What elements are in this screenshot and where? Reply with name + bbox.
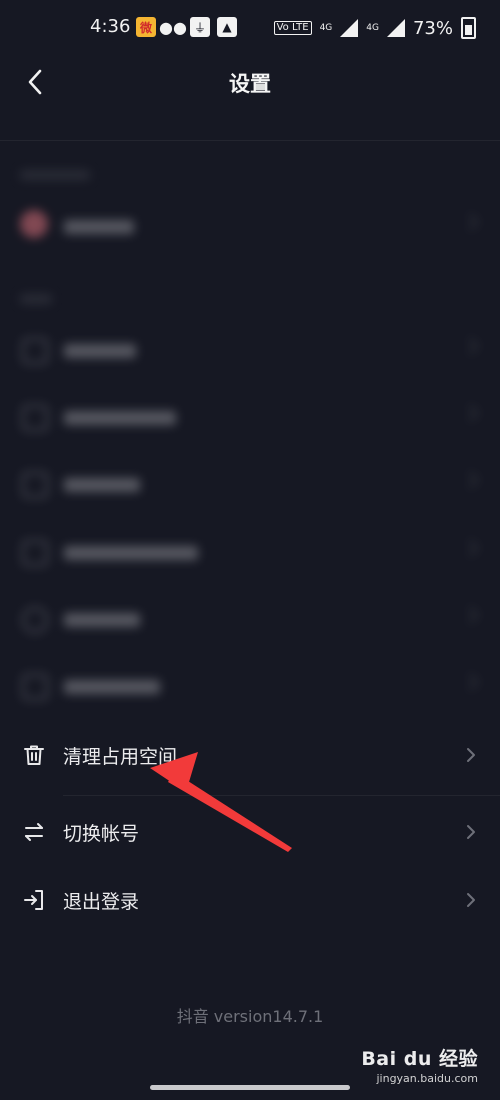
chevron-right-icon (461, 337, 479, 355)
blurred-icon (22, 607, 48, 633)
blurred-row[interactable] (0, 595, 500, 645)
logout-icon (24, 890, 43, 910)
signal-icon (340, 19, 359, 37)
blurred-icon (22, 405, 48, 431)
blurred-text (64, 220, 134, 234)
status-time: 4:36 (90, 16, 131, 37)
blurred-row[interactable] (0, 662, 500, 712)
volte-icon: Vo LTE (273, 21, 312, 35)
network-label-1: 4G (319, 23, 333, 33)
blurred-row[interactable] (0, 460, 500, 510)
chevron-right-icon (461, 213, 479, 231)
watermark-url: jingyan.baidu.com (376, 1072, 478, 1085)
battery-icon (461, 17, 476, 39)
blurred-icon (22, 338, 48, 364)
trash-icon (24, 745, 44, 765)
blurred-row[interactable] (0, 326, 500, 376)
blurred-text (64, 613, 140, 627)
blurred-text (64, 478, 140, 492)
blurred-text (64, 344, 136, 358)
chevron-right-icon (461, 539, 479, 557)
network-label-2: 4G (366, 23, 379, 33)
logout-row[interactable]: 退出登录 (0, 868, 500, 932)
row-label: 切换帐号 (63, 823, 140, 845)
switch-account-row[interactable]: 切换帐号 (0, 800, 500, 864)
home-indicator[interactable] (150, 1085, 350, 1090)
blurred-section-header (20, 294, 52, 304)
avatar (20, 210, 48, 238)
blurred-icon (22, 674, 48, 700)
wechat-icon: ●● (159, 17, 187, 37)
header: 设置 (0, 56, 500, 108)
blurred-text (64, 411, 176, 425)
header-divider (0, 140, 500, 141)
weibo-icon: 微 (136, 17, 156, 37)
chevron-right-icon (461, 471, 479, 489)
swap-icon (25, 823, 43, 841)
usb-icon: ⏚ (190, 17, 210, 37)
signal-icon-2 (386, 19, 405, 37)
chevron-right-icon (467, 825, 475, 839)
blurred-row[interactable] (0, 202, 500, 252)
notification-icons: 微 ●● ⏚ ▲ (136, 17, 237, 37)
blurred-icon (22, 540, 48, 566)
blurred-row[interactable] (0, 393, 500, 443)
status-right: Vo LTE 4G 4G 73% (273, 17, 476, 39)
row-label: 清理占用空间 (63, 746, 178, 768)
watermark-brand: Bai du 经验 (361, 1048, 478, 1070)
blurred-row[interactable] (0, 528, 500, 578)
row-divider (63, 795, 500, 796)
page-title: 设置 (229, 72, 271, 96)
status-bar: 4:36 微 ●● ⏚ ▲ Vo LTE 4G 4G 73% (0, 0, 500, 56)
row-label: 退出登录 (63, 891, 140, 913)
blurred-text (64, 680, 160, 694)
chevron-right-icon (461, 673, 479, 691)
blurred-icon (22, 472, 48, 498)
blurred-section-header (20, 170, 90, 180)
battery-percent: 73% (412, 17, 453, 39)
blurred-text (64, 546, 198, 560)
chevron-right-icon (467, 748, 475, 762)
chevron-right-icon (461, 606, 479, 624)
image-icon: ▲ (217, 17, 237, 37)
clear-storage-row[interactable]: 清理占用空间 (0, 723, 500, 787)
version-text: 抖音 version14.7.1 (176, 1007, 324, 1026)
chevron-right-icon (461, 404, 479, 422)
baidu-jingyan-watermark: Bai du 经验 jingyan.baidu.com (361, 1044, 478, 1085)
blurred-settings-section (0, 150, 500, 720)
chevron-right-icon (467, 893, 475, 907)
